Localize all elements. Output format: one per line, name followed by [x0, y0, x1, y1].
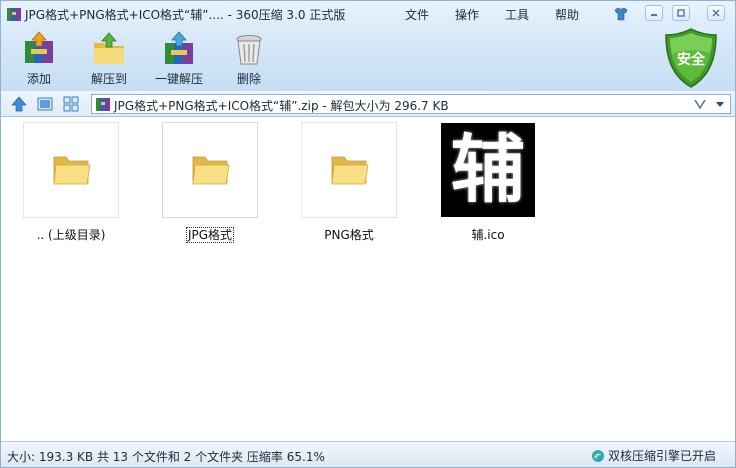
list-item[interactable]: JPG格式 — [162, 122, 258, 243]
list-item[interactable]: 辅 辅.ico — [440, 122, 536, 242]
security-label: 安全 — [677, 52, 705, 68]
ico-glyph: 辅 — [451, 127, 525, 213]
item-name-focused: JPG格式 — [162, 226, 258, 243]
status-bar: 大小: 193.3 KB 共 13 个文件和 2 个文件夹 压缩率 65.1% … — [1, 441, 735, 467]
folder-icon — [192, 156, 230, 185]
thumbnail-frame — [162, 122, 258, 218]
thumbnail-frame — [23, 122, 119, 218]
menu-file[interactable]: 文件 — [405, 6, 429, 23]
up-arrow-icon[interactable] — [11, 96, 27, 112]
app-window: JPG格式+PNG格式+ICO格式“辅”.... - 360压缩 3.0 正式版… — [0, 0, 736, 468]
one-click-extract-button[interactable]: 一键解压 — [149, 31, 209, 87]
maximize-icon — [677, 9, 685, 17]
address-path: JPG格式+PNG格式+ICO格式“辅”.zip - 解包大小为 296.7 K… — [114, 99, 449, 113]
item-name-text: JPG格式 — [185, 227, 235, 243]
archive-app-icon — [7, 8, 21, 21]
thumbnail-frame: 辅 — [440, 122, 536, 218]
add-archive-icon — [25, 31, 53, 63]
address-bar-row: JPG格式+PNG格式+ICO格式“辅”.zip - 解包大小为 296.7 K… — [1, 91, 735, 117]
menu-operation[interactable]: 操作 — [455, 6, 479, 23]
add-label: 添加 — [26, 72, 51, 86]
item-name: .. (上级目录) — [36, 228, 106, 242]
trash-bin-icon — [236, 35, 262, 65]
item-name: 辅.ico — [471, 228, 505, 242]
close-icon — [712, 9, 720, 17]
extract-folder-icon — [94, 32, 124, 64]
grid-view-icon[interactable] — [63, 96, 79, 112]
folder-icon — [53, 156, 91, 185]
extract-to-label: 解压到 — [90, 72, 127, 86]
minimize-icon — [651, 14, 657, 16]
item-name: PNG格式 — [324, 228, 374, 242]
one-click-extract-label: 一键解压 — [154, 72, 203, 86]
engine-status-label: 双核压缩引擎已开启 — [608, 449, 717, 463]
address-dropdown-button[interactable] — [712, 96, 728, 112]
thumbnail-frame — [301, 122, 397, 218]
folder-icon — [331, 156, 369, 185]
add-button[interactable]: 添加 — [9, 31, 69, 87]
dual-core-engine-status[interactable]: 双核压缩引擎已开启 — [591, 447, 716, 464]
status-summary: 大小: 193.3 KB 共 13 个文件和 2 个文件夹 压缩率 65.1% — [7, 450, 325, 464]
close-button[interactable] — [707, 5, 725, 21]
extract-to-button[interactable]: 解压到 — [79, 31, 139, 87]
window-title: JPG格式+PNG格式+ICO格式“辅”.... - 360压缩 3.0 正式版 — [25, 8, 346, 22]
ico-thumbnail: 辅 — [441, 123, 535, 217]
address-field[interactable]: JPG格式+PNG格式+ICO格式“辅”.zip - 解包大小为 296.7 K… — [91, 94, 731, 114]
file-list-area[interactable]: .. (上级目录) JPG格式 PNG格式 辅 辅.ico — [1, 118, 735, 441]
skin-shirt-icon[interactable] — [613, 6, 629, 22]
list-item[interactable]: .. (上级目录) — [23, 122, 119, 242]
minimize-button[interactable] — [645, 5, 663, 21]
delete-button[interactable]: 删除 — [219, 31, 279, 87]
list-item[interactable]: PNG格式 — [301, 122, 397, 242]
engine-swirl-icon — [592, 449, 604, 462]
one-click-extract-icon — [165, 31, 193, 64]
title-bar[interactable]: JPG格式+PNG格式+ICO格式“辅”.... - 360压缩 3.0 正式版… — [1, 1, 735, 27]
menu-help[interactable]: 帮助 — [555, 6, 579, 23]
large-icon-view-icon[interactable] — [37, 96, 53, 112]
security-shield-badge[interactable]: 安全 — [663, 27, 719, 89]
chevron-down-icon — [694, 99, 706, 110]
triangle-down-icon — [716, 102, 724, 107]
maximize-button[interactable] — [672, 5, 690, 21]
history-dropdown-button[interactable] — [692, 96, 708, 112]
menu-tools[interactable]: 工具 — [505, 6, 529, 23]
delete-label: 删除 — [236, 72, 261, 86]
zip-archive-icon — [96, 98, 110, 111]
